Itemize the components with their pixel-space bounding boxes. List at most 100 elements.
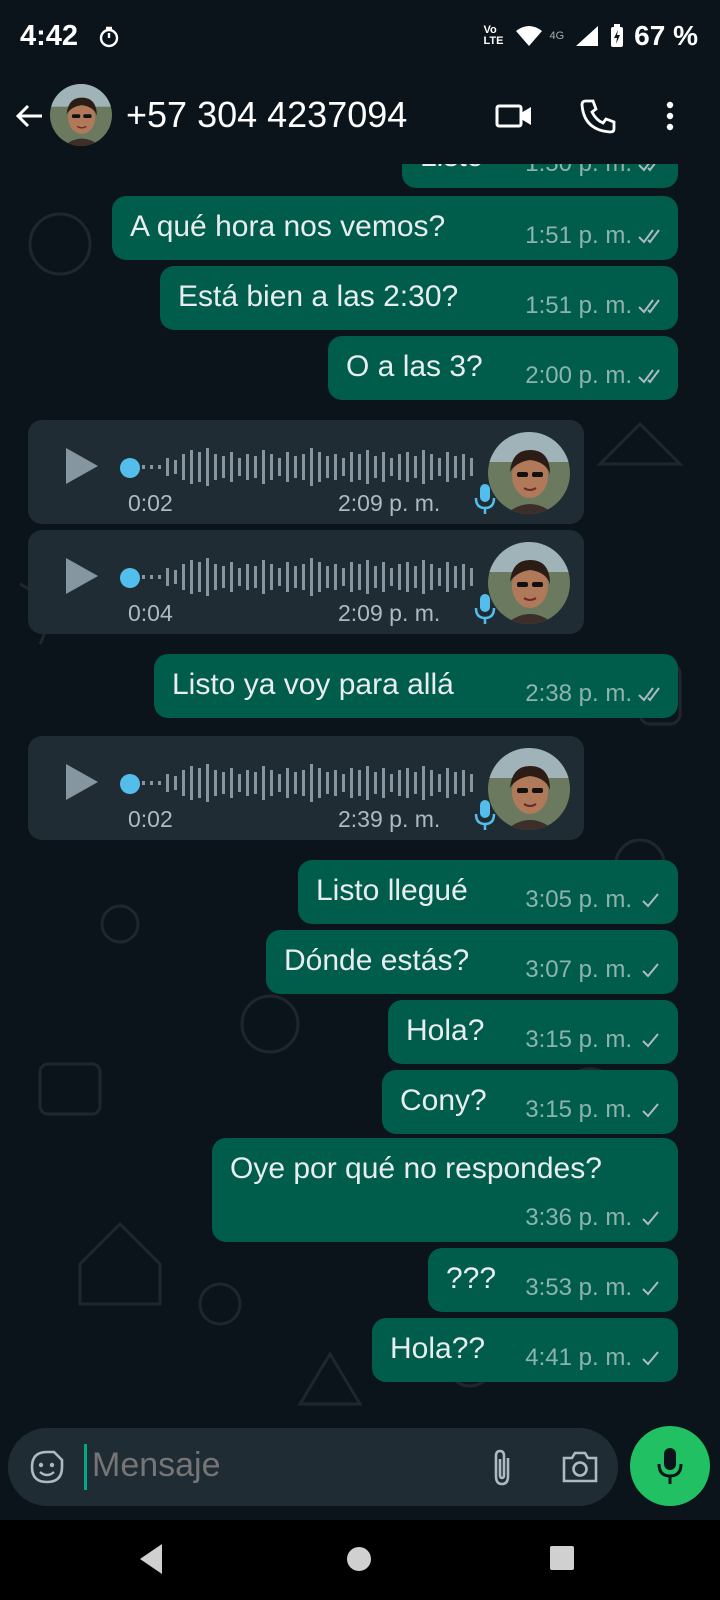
sender-avatar xyxy=(488,748,570,830)
composer-box xyxy=(8,1428,618,1506)
mic-icon xyxy=(474,592,496,626)
double-check-icon xyxy=(638,164,664,173)
message-bubble[interactable]: O a las 3? 2:00 p. m. xyxy=(328,336,678,400)
message-bubble[interactable]: Listo ya voy para allá 2:38 p. m. xyxy=(154,654,678,718)
battery-percent: 67 % xyxy=(634,20,698,51)
message-text: A qué hora nos vemos? xyxy=(130,210,446,243)
message-time: 1:51 p. m. xyxy=(525,222,632,249)
single-check-icon xyxy=(638,1349,664,1367)
single-check-icon xyxy=(638,961,664,979)
message-text: ??? xyxy=(446,1262,497,1295)
double-check-icon xyxy=(638,685,664,703)
voice-duration: 0:02 xyxy=(128,490,173,516)
message-bubble[interactable]: Cony? 3:15 p. m. xyxy=(382,1070,678,1134)
system-nav-bar xyxy=(0,1520,720,1600)
message-time: 1:51 p. m. xyxy=(525,292,632,319)
wifi-icon xyxy=(516,26,543,46)
message-text: Está bien a las 2:30? xyxy=(178,280,459,313)
camera-icon[interactable] xyxy=(560,1448,600,1486)
message-time: 1:50 p. m. xyxy=(525,164,632,178)
phone-icon[interactable] xyxy=(578,96,618,136)
message-time: 3:15 p. m. xyxy=(525,1026,632,1053)
voice-message[interactable]: 0:02 2:09 p. m. xyxy=(28,420,584,524)
message-time: 2:39 p. m. xyxy=(338,806,441,832)
message-time: 2:09 p. m. xyxy=(338,490,441,516)
message-bubble[interactable]: Está bien a las 2:30? 1:51 p. m. xyxy=(160,266,678,330)
message-text: Listo llegué xyxy=(316,874,468,907)
timer-icon xyxy=(99,26,119,48)
message-time: 3:15 p. m. xyxy=(525,1096,632,1123)
message-bubble[interactable]: Hola? 3:15 p. m. xyxy=(388,1000,678,1064)
seek-handle[interactable] xyxy=(120,774,140,794)
nav-recents-icon[interactable] xyxy=(548,1544,576,1572)
single-check-icon xyxy=(638,1279,664,1297)
double-check-icon xyxy=(638,227,664,245)
nav-home-icon[interactable] xyxy=(344,1544,374,1574)
double-check-icon xyxy=(638,367,664,385)
voice-message[interactable]: 0:02 2:39 p. m. xyxy=(28,736,584,840)
mic-icon xyxy=(474,798,496,832)
seek-handle[interactable] xyxy=(120,568,140,588)
message-text: Cony? xyxy=(400,1084,487,1117)
sender-avatar xyxy=(488,432,570,514)
message-text: Oye por qué no respondes? xyxy=(230,1152,602,1185)
play-icon[interactable] xyxy=(64,446,100,486)
single-check-icon xyxy=(638,1209,664,1227)
back-arrow-icon[interactable] xyxy=(12,98,48,134)
single-check-icon xyxy=(638,891,664,909)
volte-icon: Vo LTE xyxy=(483,24,504,47)
single-check-icon xyxy=(638,1031,664,1049)
single-check-icon xyxy=(638,1101,664,1119)
seek-handle[interactable] xyxy=(120,458,140,478)
message-composer xyxy=(0,1426,720,1520)
double-check-icon xyxy=(638,297,664,315)
message-bubble[interactable]: Hola?? 4:41 p. m. xyxy=(372,1318,678,1382)
voice-duration: 0:02 xyxy=(128,806,173,832)
message-text: Dónde estás? xyxy=(284,944,470,977)
voice-record-button[interactable] xyxy=(630,1426,710,1506)
play-icon[interactable] xyxy=(64,762,100,802)
audio-waveform[interactable] xyxy=(142,442,482,492)
message-bubble[interactable]: A qué hora nos vemos? 1:51 p. m. xyxy=(112,196,678,260)
message-time: 3:05 p. m. xyxy=(525,886,632,913)
message-text: Hola? xyxy=(406,1014,485,1047)
message-time: 4:41 p. m. xyxy=(525,1344,632,1371)
message-text: Hola?? xyxy=(390,1332,486,1365)
message-time: 2:38 p. m. xyxy=(525,680,632,707)
message-time: 2:09 p. m. xyxy=(338,600,441,626)
message-bubble[interactable]: ??? 3:53 p. m. xyxy=(428,1248,678,1312)
message-text: Listo xyxy=(420,164,483,174)
message-time: 2:00 p. m. xyxy=(525,362,632,389)
message-time: 3:07 p. m. xyxy=(525,956,632,983)
attach-icon[interactable] xyxy=(486,1448,518,1488)
audio-waveform[interactable] xyxy=(142,758,482,808)
signal-icon xyxy=(576,26,599,46)
emoji-sticker-icon[interactable] xyxy=(28,1448,66,1486)
play-icon[interactable] xyxy=(64,556,100,596)
battery-icon xyxy=(611,24,624,47)
chat-area[interactable]: Listo 1:50 p. m. A qué hora nos vemos? 1… xyxy=(0,164,720,1426)
message-input[interactable] xyxy=(92,1446,452,1485)
contact-name[interactable]: +57 304 4237094 xyxy=(126,94,407,136)
message-bubble[interactable]: Dónde estás? 3:07 p. m. xyxy=(266,930,678,994)
status-bar: 4:42 Vo LTE 4G 67 % xyxy=(0,0,720,78)
message-text: O a las 3? xyxy=(346,350,483,383)
sender-avatar xyxy=(488,542,570,624)
contact-avatar[interactable] xyxy=(50,84,112,146)
status-time: 4:42 xyxy=(20,20,79,52)
message-bubble[interactable]: Listo llegué 3:05 p. m. xyxy=(298,860,678,924)
more-vert-icon[interactable] xyxy=(650,96,690,136)
message-time: 3:36 p. m. xyxy=(525,1204,632,1231)
nav-back-icon[interactable] xyxy=(136,1542,166,1576)
mic-icon xyxy=(474,482,496,516)
video-call-icon[interactable] xyxy=(494,96,534,136)
network-type-label: 4G xyxy=(549,30,565,42)
message-bubble[interactable]: Listo 1:50 p. m. xyxy=(402,164,678,188)
message-bubble[interactable]: Oye por qué no respondes? 3:36 p. m. xyxy=(212,1138,678,1242)
mic-icon xyxy=(657,1448,683,1484)
voice-duration: 0:04 xyxy=(128,600,173,626)
message-text: Listo ya voy para allá xyxy=(172,668,454,701)
text-cursor xyxy=(84,1444,87,1490)
audio-waveform[interactable] xyxy=(142,552,482,602)
voice-message[interactable]: 0:04 2:09 p. m. xyxy=(28,530,584,634)
